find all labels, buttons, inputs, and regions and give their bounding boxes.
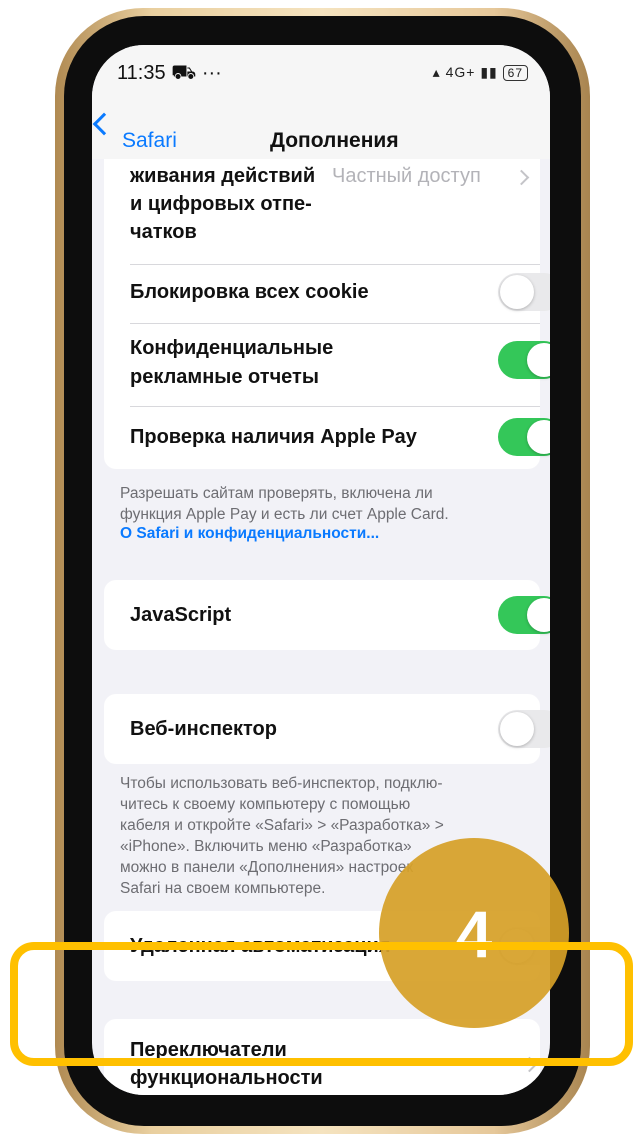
status-icons: ▴ 4G+ ▮▮ 67 [433,64,528,81]
signal-bars-icon: ▮▮ [480,64,498,80]
javascript-toggle[interactable] [498,596,550,634]
toggle-knob [527,343,550,377]
page-title: Дополнения [270,129,399,152]
tracking-value: Частный доступ [332,165,481,187]
privacy-group: живания действий и цифровых отпе- чатков… [104,159,550,469]
status-time: 11:35 ⛟ ··· [117,62,222,84]
status-bar: 11:35 ⛟ ··· ▴ 4G+ ▮▮ 67 [92,45,550,101]
car-icon: ⛟ ··· [171,62,222,84]
ad-reports-toggle[interactable] [498,341,550,379]
divider [130,323,540,324]
web-inspector-note-line: читесь к своему компьютеру с помощью [120,796,411,813]
network-label: 4G+ [445,64,476,80]
signal-icon: ▴ [432,64,441,80]
feature-flags-label-line: функциональности [130,1067,323,1089]
apple-pay-note-line: функция Apple Pay и есть ли счет Apple C… [120,506,449,523]
highlight-frame [10,942,633,1066]
toggle-knob [500,275,534,309]
javascript-group: JavaScript [104,580,550,650]
web-inspector-label: Веб-инспектор [130,718,277,740]
back-button[interactable]: Safari [122,129,177,153]
toggle-knob [500,712,534,746]
toggle-knob [527,598,550,632]
web-inspector-note-line: кабеля и откройте «Safari» > «Разработка… [120,817,444,834]
javascript-label: JavaScript [130,604,232,626]
apple-pay-toggle[interactable] [498,418,550,456]
tracking-label-line: и цифровых отпе- [130,193,312,215]
divider [130,264,540,265]
ad-reports-label-line: Конфиденциальные [130,337,334,359]
web-inspector-note-line: Чтобы использовать веб-инспектор, подклю… [120,775,443,792]
safari-privacy-link[interactable]: О Safari и конфиденциальности... [120,525,379,543]
apple-pay-label: Проверка наличия Apple Pay [130,426,417,448]
divider [130,406,540,407]
block-cookies-label: Блокировка всех cookie [130,281,369,303]
block-cookies-toggle[interactable] [498,273,550,311]
web-inspector-group: Веб-инспектор [104,694,550,764]
web-inspector-toggle[interactable] [498,710,550,748]
tracking-label-line: живания действий [130,165,316,187]
apple-pay-note-line: Разрешать сайтам проверять, включена ли [120,485,433,502]
ad-reports-label-line: рекламные отчеты [130,366,319,388]
tracking-label-line: чатков [130,221,197,243]
toggle-knob [527,420,550,454]
chevron-right-icon [513,169,530,186]
battery-icon: 67 [502,65,528,81]
